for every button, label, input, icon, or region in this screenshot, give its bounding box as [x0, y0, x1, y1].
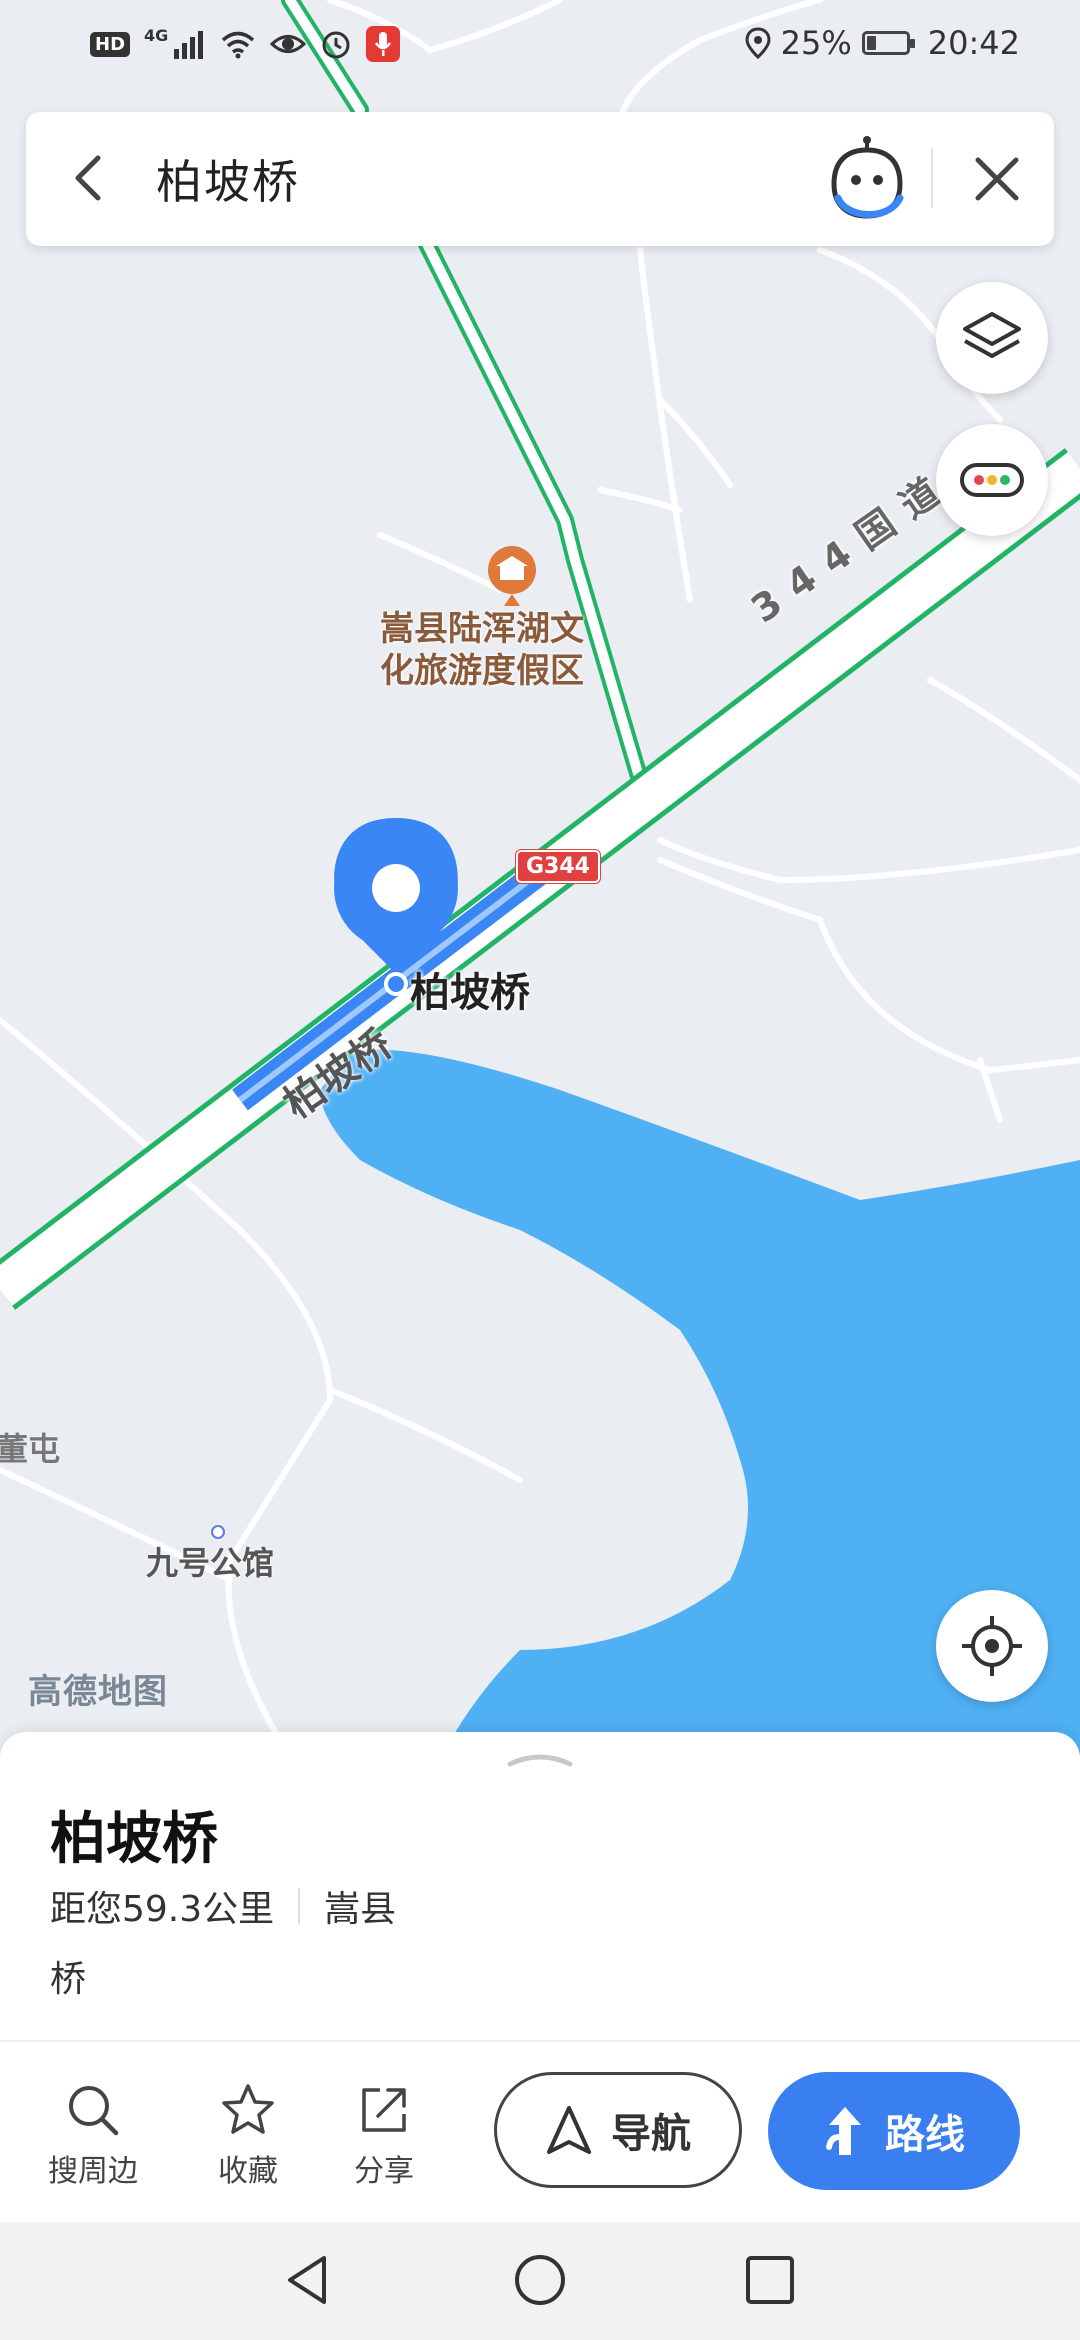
star-icon [222, 2084, 274, 2134]
building-label[interactable]: 九号公馆 [146, 1538, 274, 1584]
route-button[interactable]: 路线 [768, 2072, 1020, 2190]
close-icon[interactable] [966, 148, 1028, 210]
scenic-area-label-line2: 化旅游度假区 [380, 651, 584, 691]
navigation-arrow-icon [547, 2106, 591, 2154]
status-left: HD 4G [90, 22, 401, 66]
place-distance: 距您59.3公里 [50, 1889, 275, 1930]
route-label: 路线 [885, 2112, 965, 2158]
layers-icon [963, 312, 1021, 358]
voice-assistant-icon[interactable] [826, 136, 908, 222]
scenic-area-label-line1: 嵩县陆浑湖文 [380, 609, 584, 649]
sheet-handle-icon[interactable] [506, 1750, 574, 1770]
traffic-light-icon [960, 463, 1024, 497]
back-triangle-icon[interactable] [282, 2252, 332, 2308]
place-meta: 距您59.3公里 嵩县 [50, 1880, 396, 1932]
eye-icon [270, 35, 307, 53]
battery-icon [861, 31, 915, 55]
back-arrow-icon[interactable] [62, 150, 118, 206]
place-category: 桥 [50, 1959, 87, 2000]
wifi-icon [222, 31, 255, 59]
recent-apps-square-icon[interactable] [744, 2254, 796, 2306]
search-bar[interactable]: 柏坡桥 [26, 112, 1054, 246]
hd-badge: HD [90, 31, 131, 57]
sheet-divider [0, 2040, 1080, 2042]
village-label: 董屯 [0, 1430, 61, 1468]
battery-percent: 25% [780, 24, 852, 62]
share-label: 分享 [354, 2154, 414, 2189]
layers-button[interactable] [936, 282, 1048, 394]
share-button[interactable]: 分享 [354, 2082, 414, 2190]
navigate-label: 导航 [611, 2111, 691, 2157]
locate-me-button[interactable] [936, 1590, 1048, 1702]
meta-separator [298, 1888, 301, 1924]
signal-icon [174, 31, 204, 59]
search-divider [931, 148, 933, 208]
nearby-search-label: 搜周边 [48, 2154, 138, 2189]
scenic-area-label[interactable]: 嵩县陆浑湖文 化旅游度假区 [380, 608, 584, 692]
crosshair-icon [962, 1616, 1022, 1676]
traffic-button[interactable] [936, 424, 1048, 536]
microphone-icon [366, 26, 401, 62]
place-region: 嵩县 [324, 1889, 397, 1930]
navigate-button[interactable]: 导航 [494, 2072, 742, 2188]
favorite-button[interactable]: 收藏 [218, 2082, 278, 2190]
poi-label[interactable]: 柏坡桥 [410, 960, 530, 1018]
status-bar: HD 4G 25% 20:42 [0, 0, 1080, 90]
home-circle-icon[interactable] [512, 2252, 568, 2308]
system-nav-bar [0, 2222, 1080, 2340]
search-query[interactable]: 柏坡桥 [156, 146, 300, 212]
status-right: 25% 20:42 [745, 18, 1020, 68]
network-type: 4G [144, 25, 169, 45]
place-title: 柏坡桥 [50, 1807, 218, 1872]
search-icon [69, 2086, 119, 2136]
favorite-label: 收藏 [218, 2154, 278, 2189]
road-shield-badge: G344 [516, 850, 600, 883]
map-brand-logo: 高德地图 [28, 1672, 168, 1712]
route-arrow-icon [826, 2107, 861, 2155]
nearby-search-button[interactable]: 搜周边 [48, 2082, 138, 2190]
share-icon [362, 2088, 406, 2132]
clock: 20:42 [927, 24, 1020, 62]
location-icon [745, 27, 771, 59]
alarm-icon [322, 31, 350, 59]
